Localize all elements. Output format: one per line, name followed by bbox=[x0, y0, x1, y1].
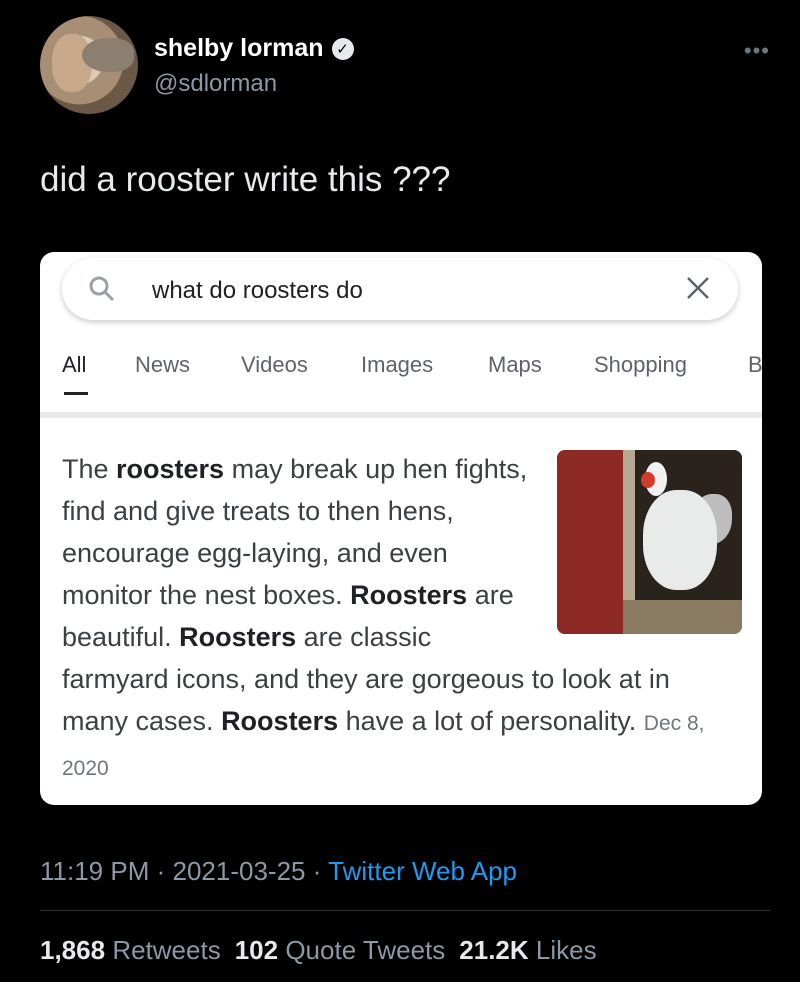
stats-divider bbox=[40, 910, 770, 911]
quote-tweets-count: 102 bbox=[234, 935, 279, 965]
tweet-header: shelby lorman ✓ @sdlorman ••• bbox=[40, 16, 770, 116]
meta-separator: · bbox=[156, 856, 166, 886]
snippet-text: The bbox=[62, 454, 117, 484]
retweets-label: Retweets bbox=[112, 935, 221, 965]
search-query: what do roosters do bbox=[152, 277, 363, 304]
likes-label: Likes bbox=[535, 935, 597, 965]
tweet-meta: 11:19 PM · 2021-03-25 · Twitter Web App bbox=[40, 856, 517, 887]
avatar-bird bbox=[82, 38, 134, 72]
tab-all: All bbox=[62, 352, 87, 377]
rooster-body bbox=[643, 490, 717, 590]
tweet-text: did a rooster write this ??? bbox=[40, 160, 451, 199]
coop-floor bbox=[623, 600, 742, 634]
tweet-stats: 1,868 Retweets 102 Quote Tweets 21.2K Like… bbox=[40, 935, 597, 966]
snippet-bold: roosters bbox=[116, 454, 225, 484]
tab-maps: Maps bbox=[488, 352, 542, 377]
tab-books-partial: B bbox=[748, 352, 762, 377]
display-name[interactable]: shelby lorman bbox=[154, 34, 324, 63]
rooster-comb bbox=[641, 472, 655, 488]
snippet-bold: Roosters bbox=[221, 706, 339, 736]
verified-badge-icon: ✓ bbox=[331, 37, 354, 60]
search-bar: what do roosters do bbox=[62, 258, 738, 320]
user-handle[interactable]: @sdlorman bbox=[154, 70, 277, 98]
snippet-bold: Roosters bbox=[350, 580, 468, 610]
avatar[interactable] bbox=[40, 16, 138, 114]
search-icon bbox=[89, 276, 114, 301]
quote-tweets-stat[interactable]: 102 Quote Tweets bbox=[235, 935, 446, 965]
tab-images: Images bbox=[361, 352, 434, 377]
tweet-date[interactable]: 2021-03-25 bbox=[173, 856, 306, 886]
tabs-divider bbox=[40, 412, 762, 418]
retweets-stat[interactable]: 1,868 Retweets bbox=[40, 935, 221, 965]
tweet-source-link[interactable]: Twitter Web App bbox=[328, 856, 517, 886]
quote-tweets-label: Quote Tweets bbox=[285, 935, 446, 965]
tweet-media-screenshot[interactable]: what do roosters do All News Videos Imag… bbox=[40, 252, 762, 805]
rooster-photo bbox=[557, 450, 742, 634]
tweet-time[interactable]: 11:19 PM bbox=[40, 856, 149, 886]
featured-snippet: The roosters may break up hen fights, fi… bbox=[62, 448, 742, 790]
close-icon bbox=[687, 277, 709, 299]
tab-news: News bbox=[135, 352, 191, 377]
barn-door bbox=[557, 450, 623, 634]
likes-stat[interactable]: 21.2K Likes bbox=[459, 935, 596, 965]
likes-count: 21.2K bbox=[459, 935, 529, 965]
retweets-count: 1,868 bbox=[40, 935, 106, 965]
more-dots-icon[interactable]: ••• bbox=[744, 38, 770, 64]
tab-shopping: Shopping bbox=[594, 352, 687, 377]
active-tab-indicator bbox=[64, 392, 88, 395]
snippet-bold: Roosters bbox=[179, 622, 297, 652]
meta-separator: · bbox=[312, 856, 322, 886]
snippet-text: have a lot of personality. bbox=[338, 706, 637, 736]
name-row: shelby lorman ✓ bbox=[154, 34, 354, 63]
search-tabs: All News Videos Images Maps Shopping B bbox=[62, 352, 762, 392]
tab-videos: Videos bbox=[241, 352, 308, 377]
